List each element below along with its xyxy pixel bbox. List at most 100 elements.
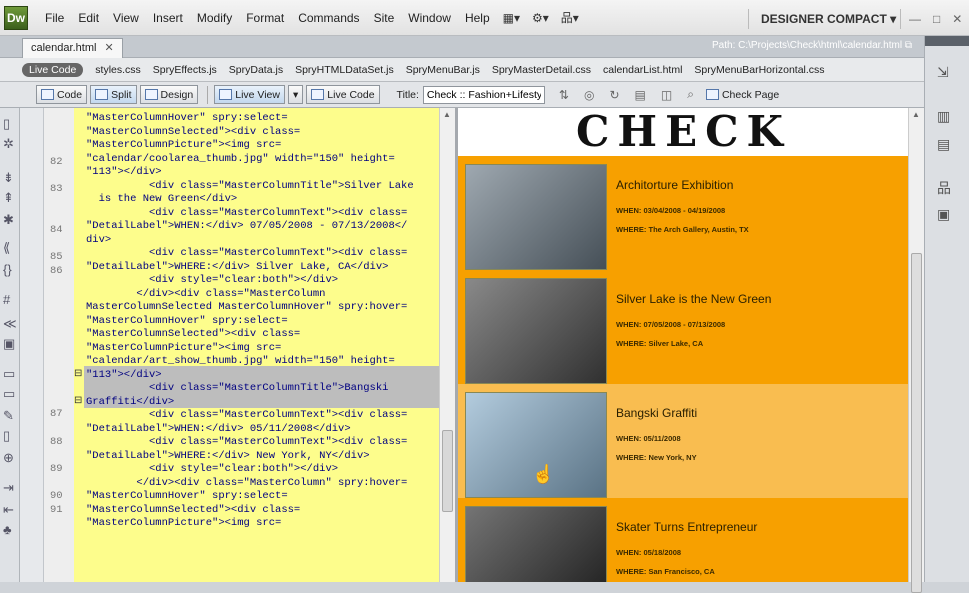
extensions-gear-icon[interactable]: ⚙▾ [532,11,549,25]
validate-icon[interactable]: ⌕ [687,87,694,102]
move-css-icon[interactable]: ⊕ [3,450,14,466]
highlight-invalid-code-icon[interactable]: ≪ [3,316,17,332]
site-logo-text: CHECK [576,108,792,156]
close-icon[interactable]: ✕ [952,9,962,29]
menu-view[interactable]: View [106,0,146,36]
restore-doc-icon[interactable]: ⧉ [905,40,912,51]
code-line: Graffiti</div> [86,395,175,408]
refresh-icon[interactable]: ↻ [609,88,619,102]
check-page-button[interactable]: Check Page [702,85,783,104]
live-view-button[interactable]: Live View [214,85,285,104]
collapse-icon[interactable]: ⊟ [74,395,82,406]
code-scrollbar[interactable]: ▲ [439,108,455,582]
preview-browser-icon[interactable]: ◎ [584,88,594,102]
code-line: <div class="MasterColumnTitle">Silver La… [86,179,414,192]
code-line: <div class="MasterColumnText"><div class… [86,409,408,421]
design-scrollbar[interactable]: ▲ [908,108,924,593]
calendar-item[interactable]: Skater Turns Entrepreneur WHEN: 05/18/200… [458,498,908,582]
menu-insert[interactable]: Insert [146,0,190,36]
related-file[interactable]: styles.css [89,64,147,76]
live-view-dropdown[interactable]: ▾ [287,85,304,104]
collapse-tag-icon[interactable]: ⇟ [3,170,14,186]
tab-calendar-html[interactable]: calendar.html ✕ [22,38,123,58]
menu-commands[interactable]: Commands [291,0,366,36]
collapse-selection-icon[interactable]: ⇞ [3,190,14,206]
calendar-item[interactable]: Silver Lake is the New Green WHEN: 07/05/… [458,270,908,384]
split-view-icon [95,89,109,100]
related-file[interactable]: SpryMenuBar.js [400,64,486,76]
line-numbers-icon[interactable]: # [3,292,10,307]
design-view[interactable]: CHECK Architorture Exhibition WHEN: 03/04… [458,108,908,582]
insert-panel-icon[interactable]: ⇲ [937,64,949,81]
code-line: </div><div class="MasterColumn [86,287,326,300]
code-view-label: Code [57,88,83,101]
menu-format[interactable]: Format [239,0,291,36]
related-file[interactable]: SpryEffects.js [147,64,223,76]
ap-elements-icon[interactable]: ▤ [937,136,950,153]
design-scroll-thumb[interactable] [911,253,922,593]
outdent-code-icon[interactable]: ⇤ [3,502,14,518]
syntax-error-alerts-icon[interactable]: ▣ [3,336,15,352]
code-line: </div><div class="MasterColumn" spry:hov… [86,476,408,489]
workspace-switcher[interactable]: DESIGNER COMPACT ▾ [748,9,896,29]
code-gutter [20,108,44,582]
view-options-icon[interactable]: ▤ [635,88,646,102]
select-parent-tag-icon[interactable]: ⟪ [3,240,10,256]
live-view-icon [219,89,233,100]
scroll-up-icon[interactable]: ▲ [912,110,920,119]
restore-icon[interactable]: □ [933,9,940,29]
related-files-bar: Live Code styles.css SpryEffects.js Spry… [0,58,924,82]
separator [207,85,209,104]
menu-help[interactable]: Help [458,0,497,36]
code-view[interactable]: "MasterColumnHover" spry:select= "MasterC… [84,108,439,582]
line-number: 82 [50,156,63,168]
wrap-tag-icon[interactable]: ✎ [3,408,14,424]
related-file[interactable]: calendarList.html [597,64,688,76]
collapse-icon[interactable]: ⊟ [74,368,82,379]
menu-file[interactable]: File [38,0,71,36]
show-code-navigator-icon[interactable]: ✲ [3,136,14,152]
code-line: "DetailLabel">WHEN:</div> 05/11/2008</di… [86,422,351,435]
open-documents-icon[interactable]: ▯ [3,116,10,132]
files-panel-icon[interactable]: 品 [937,178,951,198]
related-file[interactable]: SpryHTMLDataSet.js [289,64,400,76]
format-source-icon[interactable]: ♣ [3,522,12,537]
code-line: "MasterColumnPicture"><img src= [86,517,282,529]
close-icon[interactable]: ✕ [104,42,113,54]
site-icon[interactable]: 品▾ [561,9,579,26]
calendar-item[interactable]: Bangski Graffiti WHEN: 05/11/2008 WHERE: N… [458,384,908,498]
document-title-input[interactable] [422,85,545,104]
css-styles-icon[interactable]: ▥ [937,108,950,125]
check-page-icon [705,89,719,100]
scroll-up-icon[interactable]: ▲ [443,110,451,119]
balance-braces-icon[interactable]: {} [3,262,12,277]
related-file[interactable]: SpryMasterDetail.css [486,64,597,76]
event-when: WHEN: 05/18/2008 [616,548,682,557]
live-code-badge[interactable]: Live Code [22,62,84,77]
live-code-button[interactable]: Live Code [306,85,380,104]
file-management-icon[interactable]: ⇅ [559,88,569,102]
code-view-button[interactable]: Code [36,85,88,104]
line-number: 89 [50,463,63,475]
split-view-button[interactable]: Split [90,85,137,104]
related-file[interactable]: SpryMenuBarHorizontal.css [688,64,830,76]
indent-code-icon[interactable]: ⇥ [3,480,14,496]
split-view-label: Split [111,88,132,101]
recent-snippets-icon[interactable]: ▯ [3,428,10,444]
minimize-icon[interactable]: — [909,9,921,29]
calendar-item[interactable]: Architorture Exhibition WHEN: 03/04/2008 … [458,156,908,270]
menu-edit[interactable]: Edit [71,0,106,36]
menu-site[interactable]: Site [367,0,402,36]
menu-window[interactable]: Window [401,0,458,36]
design-view-button[interactable]: Design [139,85,199,104]
menu-modify[interactable]: Modify [190,0,239,36]
expand-all-icon[interactable]: ✱ [3,212,14,228]
apply-comment-icon[interactable]: ▭ [3,366,15,382]
visual-aids-icon[interactable]: ◫ [661,88,672,102]
assets-panel-icon[interactable]: ▣ [937,206,950,223]
related-file[interactable]: SpryData.js [223,64,289,76]
layout-icon[interactable]: ▦▾ [503,11,520,25]
code-scroll-thumb[interactable] [442,430,453,512]
remove-comment-icon[interactable]: ▭ [3,386,15,402]
code-line: "MasterColumnHover" spry:select= [86,490,288,502]
